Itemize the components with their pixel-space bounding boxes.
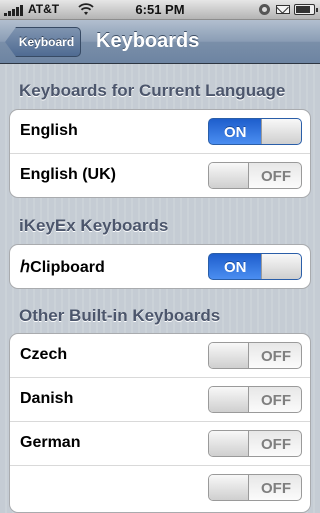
toggle-state-label: ON — [224, 124, 247, 141]
back-button[interactable]: Keyboard — [5, 27, 81, 57]
page-title: Keyboards — [96, 30, 200, 52]
toggle-switch[interactable]: OFF — [208, 342, 302, 369]
built-in-group: Czech OFF Danish OFF German OFF OFF — [9, 333, 311, 513]
section-header-built-in: Other Built-in Keyboards — [19, 306, 221, 325]
toggle-state-label: OFF — [261, 348, 291, 365]
toggle-switch[interactable]: OFF — [208, 386, 302, 413]
toggle-switch[interactable]: OFF — [208, 474, 302, 501]
keyboard-row-english-uk[interactable]: English (UK) OFF — [10, 154, 310, 197]
toggle-state-label: OFF — [261, 168, 291, 185]
toggle-knob — [209, 343, 249, 368]
keyboard-row-english[interactable]: English ON — [10, 110, 310, 154]
toggle-state-label: OFF — [261, 436, 291, 453]
toggle-knob — [209, 387, 249, 412]
toggle-knob — [209, 431, 249, 456]
toggle-state-label: OFF — [261, 480, 291, 497]
row-label: German — [20, 434, 81, 451]
toggle-switch[interactable]: ON — [208, 118, 302, 145]
battery-icon — [294, 4, 318, 15]
rotation-lock-icon — [259, 4, 270, 15]
navigation-bar: Keyboard Keyboards — [0, 20, 320, 64]
status-bar: AT&T 6:51 PM — [0, 0, 320, 20]
toggle-switch[interactable]: OFF — [208, 430, 302, 457]
toggle-knob — [261, 254, 301, 279]
toggle-knob — [261, 119, 301, 144]
battery-level-fill — [296, 6, 310, 13]
toggle-switch[interactable]: ON — [208, 253, 302, 280]
toggle-state-label: ON — [224, 259, 247, 276]
row-label: Danish — [20, 390, 74, 407]
mail-icon — [276, 5, 290, 14]
keyboard-row-czech[interactable]: Czech OFF — [10, 334, 310, 378]
row-label: English (UK) — [20, 166, 116, 183]
keyboard-row-partial[interactable]: OFF — [10, 466, 310, 510]
section-header-current-language: Keyboards for Current Language — [19, 81, 286, 100]
toggle-state-label: OFF — [261, 392, 291, 409]
toggle-knob — [209, 163, 249, 188]
keyboard-row-german[interactable]: German OFF — [10, 422, 310, 466]
toggle-knob — [209, 475, 249, 500]
current-language-group: English ON English (UK) OFF — [9, 109, 311, 198]
section-header-ikeyex: iKeyEx Keyboards — [19, 216, 169, 235]
row-label: Czech — [20, 346, 68, 363]
clock: 6:51 PM — [135, 2, 185, 17]
keyboard-row-clipboard[interactable]: ℎClipboard ON — [10, 245, 310, 288]
toggle-switch[interactable]: OFF — [208, 162, 302, 189]
keyboard-row-danish[interactable]: Danish OFF — [10, 378, 310, 422]
row-label: English — [20, 122, 78, 139]
ikeyex-group: ℎClipboard ON — [9, 244, 311, 289]
row-label: ℎClipboard — [20, 259, 105, 276]
